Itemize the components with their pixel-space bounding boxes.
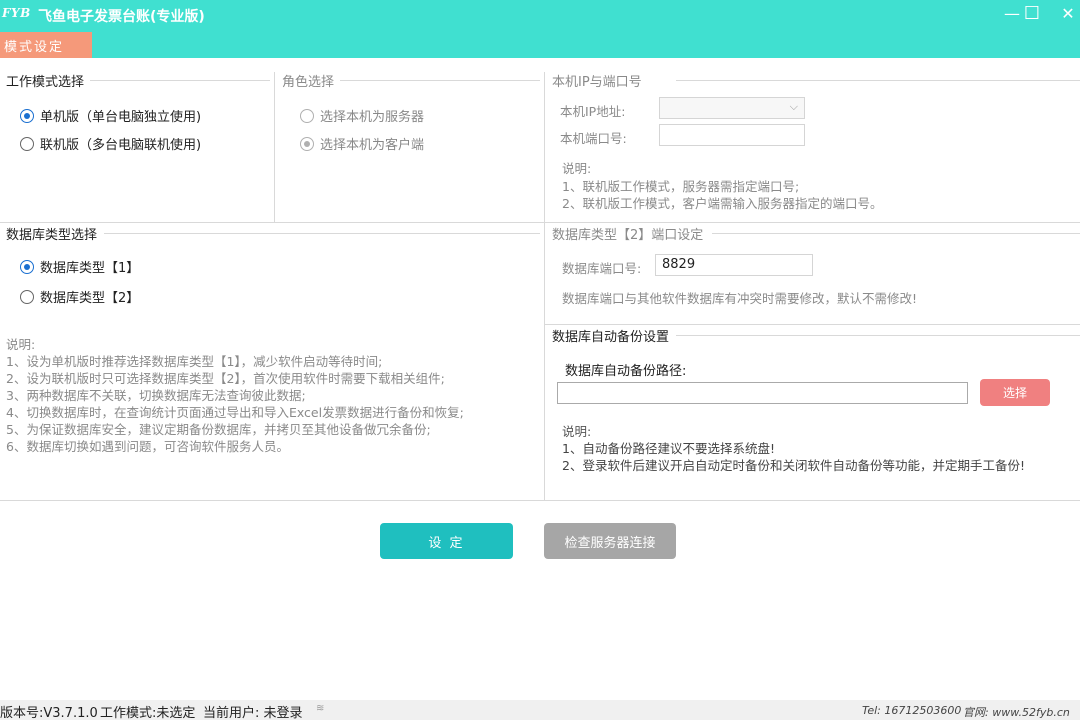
divider xyxy=(0,500,1080,501)
group-border xyxy=(712,233,1080,234)
ip-note-line: 2、联机版工作模式，客户端需输入服务器指定的端口号。 xyxy=(562,196,883,211)
website-text: 官网: www.52fyb.cn xyxy=(963,706,1070,719)
maximize-glyph: ☐ xyxy=(1023,2,1041,24)
radio-label: 联机版（多台电脑联机使用) xyxy=(40,138,202,153)
group-border xyxy=(676,80,1080,81)
backup-path-input[interactable] xyxy=(557,382,968,404)
db-note-line: 6、数据库切换如遇到问题，可咨询软件服务人员。 xyxy=(6,439,289,454)
radio-label: 选择本机为客户端 xyxy=(320,138,425,153)
divider xyxy=(0,222,1080,223)
db-type-title: 数据库类型选择 xyxy=(6,224,102,243)
status-bar: 版本号:V3.7.1.0 工作模式:未选定 当前用户: 未登录 ≋ Tel: 1… xyxy=(0,700,1080,721)
radio-standalone[interactable]: 单机版（单台电脑独立使用) xyxy=(20,106,201,125)
ip-note-title: 说明: xyxy=(562,161,592,176)
radio-dot xyxy=(20,259,34,274)
maximize-icon[interactable]: ☐ xyxy=(1014,0,1050,26)
radio-label: 数据库类型【2】 xyxy=(40,291,140,306)
group-border xyxy=(676,335,1080,336)
tel-text: Tel: 16712503600 xyxy=(862,704,962,717)
close-glyph: ✕ xyxy=(1061,3,1075,23)
db-port-note: 数据库端口与其他软件数据库有冲突时需要修改，默认不需修改! xyxy=(562,291,918,306)
radio-label: 单机版（单台电脑独立使用) xyxy=(40,110,202,125)
radio-db-type-1[interactable]: 数据库类型【1】 xyxy=(20,257,139,276)
radio-networked[interactable]: 联机版（多台电脑联机使用) xyxy=(20,134,201,153)
divider xyxy=(274,72,275,222)
current-user-status: 当前用户: 未登录 xyxy=(203,706,303,721)
database-icon: ≋ xyxy=(316,703,325,714)
group-border xyxy=(104,233,540,234)
port-input[interactable] xyxy=(659,124,805,146)
radio-label: 选择本机为服务器 xyxy=(320,110,425,125)
db-port-input[interactable]: 8829 xyxy=(655,254,813,276)
choose-path-button[interactable]: 选择 xyxy=(980,379,1050,406)
radio-dot xyxy=(20,108,34,123)
close-icon[interactable]: ✕ xyxy=(1050,0,1080,26)
ip-select[interactable]: ⌵ xyxy=(659,97,805,119)
backup-note-line: 2、登录软件后建议开启自动定时备份和关闭软件自动备份等功能，并定期手工备份! xyxy=(562,458,1025,473)
tab-bar: 模式设定 xyxy=(0,32,1080,58)
ip-label: 本机IP地址: xyxy=(560,104,626,119)
radio-client[interactable]: 选择本机为客户端 xyxy=(300,134,424,153)
group-border xyxy=(340,80,540,81)
chevron-down-icon: ⌵ xyxy=(789,100,798,113)
db-port-label: 数据库端口号: xyxy=(562,261,642,276)
version-text: 版本号:V3.7.1.0 xyxy=(0,706,98,721)
divider xyxy=(544,324,1080,325)
role-title: 角色选择 xyxy=(282,71,339,90)
db-port-title: 数据库类型【2】端口设定 xyxy=(552,224,708,243)
port-label: 本机端口号: xyxy=(560,131,627,146)
radio-server[interactable]: 选择本机为服务器 xyxy=(300,106,424,125)
radio-dot xyxy=(20,136,34,151)
check-server-button[interactable]: 检查服务器连接 xyxy=(544,523,676,559)
tab-mode-settings[interactable]: 模式设定 xyxy=(0,32,92,58)
backup-path-label: 数据库自动备份路径: xyxy=(565,364,687,379)
radio-db-type-2[interactable]: 数据库类型【2】 xyxy=(20,287,139,306)
work-mode-title: 工作模式选择 xyxy=(6,71,89,90)
radio-dot xyxy=(300,136,314,151)
app-logo: FYB xyxy=(2,6,31,20)
radio-dot xyxy=(300,108,314,123)
set-button[interactable]: 设 定 xyxy=(380,523,513,559)
title-bar: FYB 飞鱼电子发票台账(专业版) — ☐ ✕ xyxy=(0,0,1080,32)
backup-title: 数据库自动备份设置 xyxy=(552,326,674,345)
work-mode-status: 工作模式:未选定 xyxy=(100,706,196,721)
ip-port-title: 本机IP与端口号 xyxy=(552,71,646,90)
group-border xyxy=(90,80,270,81)
window-title: 飞鱼电子发票台账(专业版) xyxy=(38,9,205,25)
radio-label: 数据库类型【1】 xyxy=(40,261,140,276)
divider xyxy=(544,72,545,500)
radio-dot xyxy=(20,289,34,304)
